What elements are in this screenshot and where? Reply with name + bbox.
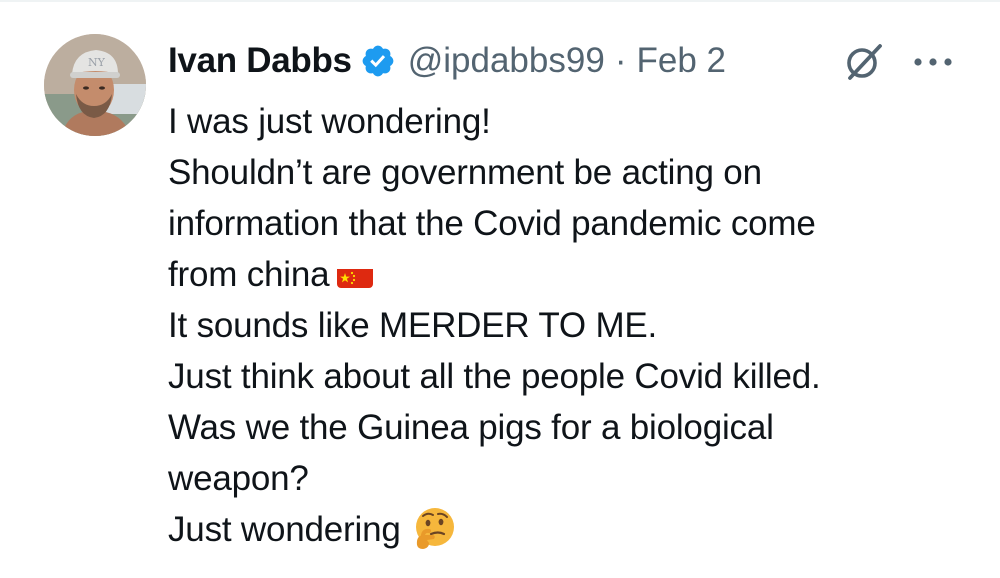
- tweet-text: I was just wondering! Shouldn’t are gove…: [168, 96, 968, 555]
- handle[interactable]: @ipdabbs99: [408, 41, 605, 81]
- china-flag-emoji: [337, 260, 374, 288]
- avatar[interactable]: NY: [44, 34, 146, 136]
- svg-text:NY: NY: [88, 56, 106, 69]
- tweet-line: Was we the Guinea pigs for a biological: [168, 408, 774, 447]
- grok-icon[interactable]: [842, 40, 886, 84]
- tweet-line: I was just wondering!: [168, 102, 491, 141]
- tweet-card[interactable]: NY Ivan Dabbs @ipdabbs99 · Feb 2 I was j…: [0, 0, 1000, 578]
- tweet-line: It sounds like MERDER TO ME.: [168, 306, 658, 345]
- tweet-line: Just think about all the people Covid ki…: [168, 357, 821, 396]
- thinking-face-emoji: [411, 505, 457, 551]
- verified-badge-icon[interactable]: [360, 43, 396, 79]
- display-name[interactable]: Ivan Dabbs: [168, 41, 352, 81]
- tweet-header: Ivan Dabbs @ipdabbs99 · Feb 2: [168, 36, 726, 86]
- tweet-line-with-emoji: Just wondering: [168, 504, 968, 555]
- tweet-line-text: from china: [168, 255, 330, 294]
- timestamp[interactable]: Feb 2: [636, 41, 726, 81]
- separator-dot: ·: [614, 41, 627, 80]
- tweet-line: weapon?: [168, 459, 309, 498]
- tweet-line-text: Just wondering: [168, 510, 401, 549]
- tweet-line: Shouldn’t are government be acting on: [168, 153, 762, 192]
- tweet-line: information that the Covid pandemic come: [168, 204, 816, 243]
- more-options-icon[interactable]: [910, 50, 956, 74]
- tweet-line-with-flag: from china: [168, 249, 968, 300]
- avatar-image: NY: [44, 34, 146, 136]
